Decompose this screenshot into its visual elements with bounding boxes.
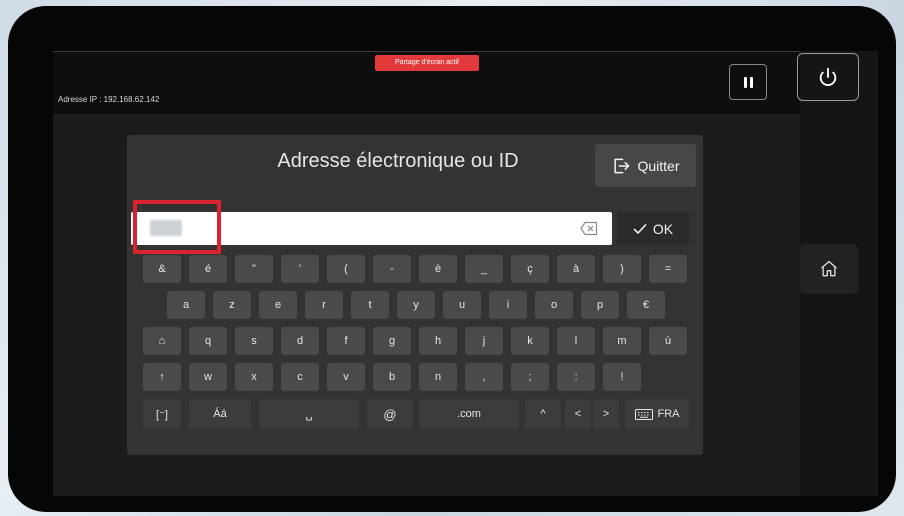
key[interactable]: , [465, 363, 503, 391]
key[interactable]: e [259, 291, 297, 319]
clear-input-icon[interactable] [580, 221, 598, 236]
key-shift[interactable]: ↑ [143, 363, 181, 391]
key[interactable]: " [235, 255, 273, 283]
key[interactable]: € [627, 291, 665, 319]
key[interactable]: i [489, 291, 527, 319]
ip-address-label: Adresse IP : 192.168.62.142 [58, 95, 160, 104]
key[interactable]: r [305, 291, 343, 319]
key[interactable]: x [235, 363, 273, 391]
key[interactable]: ( [327, 255, 365, 283]
key[interactable]: p [581, 291, 619, 319]
key[interactable]: k [511, 327, 549, 355]
ok-label: OK [652, 220, 674, 237]
key[interactable]: y [397, 291, 435, 319]
key[interactable]: - [373, 255, 411, 283]
pause-icon [743, 76, 747, 88]
pause-button[interactable] [729, 64, 767, 100]
key[interactable]: & [143, 255, 181, 283]
key[interactable]: v [327, 363, 365, 391]
key[interactable]: t [351, 291, 389, 319]
language-label: FRA [657, 408, 680, 420]
home-button[interactable] [800, 244, 858, 294]
key[interactable]: _ [465, 255, 503, 283]
quit-label: Quitter [637, 157, 680, 174]
key-up[interactable]: ^ [525, 399, 561, 429]
key-space[interactable]: ␣ [259, 399, 359, 429]
key[interactable]: ! [603, 363, 641, 391]
exit-icon [614, 158, 630, 173]
key[interactable]: g [373, 327, 411, 355]
top-bar: Partage d'écran actif Adresse IP : 192.1… [53, 51, 800, 114]
key[interactable]: c [281, 363, 319, 391]
key[interactable]: b [373, 363, 411, 391]
key[interactable]: à [557, 255, 595, 283]
key-caps-lock[interactable]: ⌂ [143, 327, 181, 355]
keyboard-icon [634, 408, 653, 420]
key[interactable]: j [465, 327, 503, 355]
device-frame: Partage d'écran actif Adresse IP : 192.1… [8, 6, 896, 512]
key[interactable]: é [189, 255, 227, 283]
key[interactable]: m [603, 327, 641, 355]
key[interactable]: o [535, 291, 573, 319]
key[interactable]: f [327, 327, 365, 355]
key[interactable]: ' [281, 255, 319, 283]
check-icon [633, 223, 647, 234]
screen-share-badge: Partage d'écran actif [375, 55, 479, 71]
key[interactable]: z [213, 291, 251, 319]
home-icon [821, 260, 837, 277]
key[interactable]: u [443, 291, 481, 319]
key-at[interactable]: @ [367, 399, 413, 429]
key[interactable]: ) [603, 255, 641, 283]
key[interactable]: d [281, 327, 319, 355]
key[interactable]: : [557, 363, 595, 391]
key[interactable]: n [419, 363, 457, 391]
email-id-dialog: Adresse électronique ou ID Quitter OK & … [127, 135, 703, 455]
ok-button[interactable]: OK [617, 212, 689, 245]
key[interactable]: w [189, 363, 227, 391]
key-language[interactable]: FRA [625, 399, 689, 429]
key[interactable]: s [235, 327, 273, 355]
power-icon [819, 67, 837, 86]
key[interactable]: a [167, 291, 205, 319]
key-left[interactable]: < [565, 399, 591, 429]
key[interactable]: ù [649, 327, 687, 355]
screen: Partage d'écran actif Adresse IP : 192.1… [53, 51, 878, 496]
quit-button[interactable]: Quitter [595, 144, 696, 187]
key[interactable]: = [649, 255, 687, 283]
key[interactable]: h [419, 327, 457, 355]
input-highlight-box [133, 200, 221, 254]
key-bracket[interactable]: [⁻] [143, 399, 181, 429]
key[interactable]: ; [511, 363, 549, 391]
dialog-title: Adresse électronique ou ID [277, 150, 519, 172]
key-accent[interactable]: Áá [189, 399, 251, 429]
key-dotcom[interactable]: .com [419, 399, 519, 429]
key[interactable]: è [419, 255, 457, 283]
key[interactable]: l [557, 327, 595, 355]
power-button[interactable] [797, 53, 859, 101]
key[interactable]: ç [511, 255, 549, 283]
key-right[interactable]: > [593, 399, 619, 429]
key[interactable]: q [189, 327, 227, 355]
